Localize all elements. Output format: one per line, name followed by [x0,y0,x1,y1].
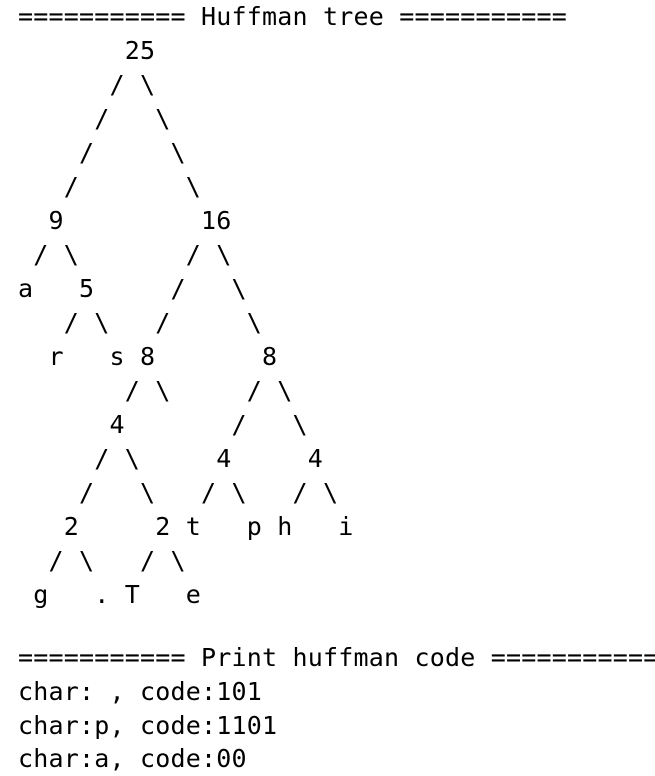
tree-line: 9 16 [18,206,232,235]
code-line: char:p, code:1101 [18,711,278,740]
tree-line: / \ / \ [18,546,186,575]
codes-header: =========== Print huffman code =========… [18,643,655,672]
tree-line: 25 [18,36,156,65]
tree-line: a 5 / \ [18,274,247,303]
tree-header: =========== Huffman tree =========== [18,2,568,31]
tree-line: / \ [18,138,186,167]
code-line: char: , code:101 [18,677,263,706]
tree-line: / \ [18,104,171,133]
tree-line: / \ / \ / \ [18,478,339,507]
tree-line: / \ [18,70,156,99]
tree-line: / \ / \ [18,240,232,269]
tree-line: / \ / \ [18,308,263,337]
code-line: char:a, code:00 [18,744,247,773]
tree-line: r s 8 8 [18,342,278,371]
tree-line: / \ 4 4 [18,444,324,473]
tree-line: g . T e [18,580,202,609]
tree-line: 4 / \ [18,410,308,439]
tree-line: / \ / \ [18,376,293,405]
console-output: =========== Huffman tree =========== 25 … [0,0,655,773]
tree-line: 2 2 t p h i [18,512,354,541]
tree-line: / \ [18,172,202,201]
